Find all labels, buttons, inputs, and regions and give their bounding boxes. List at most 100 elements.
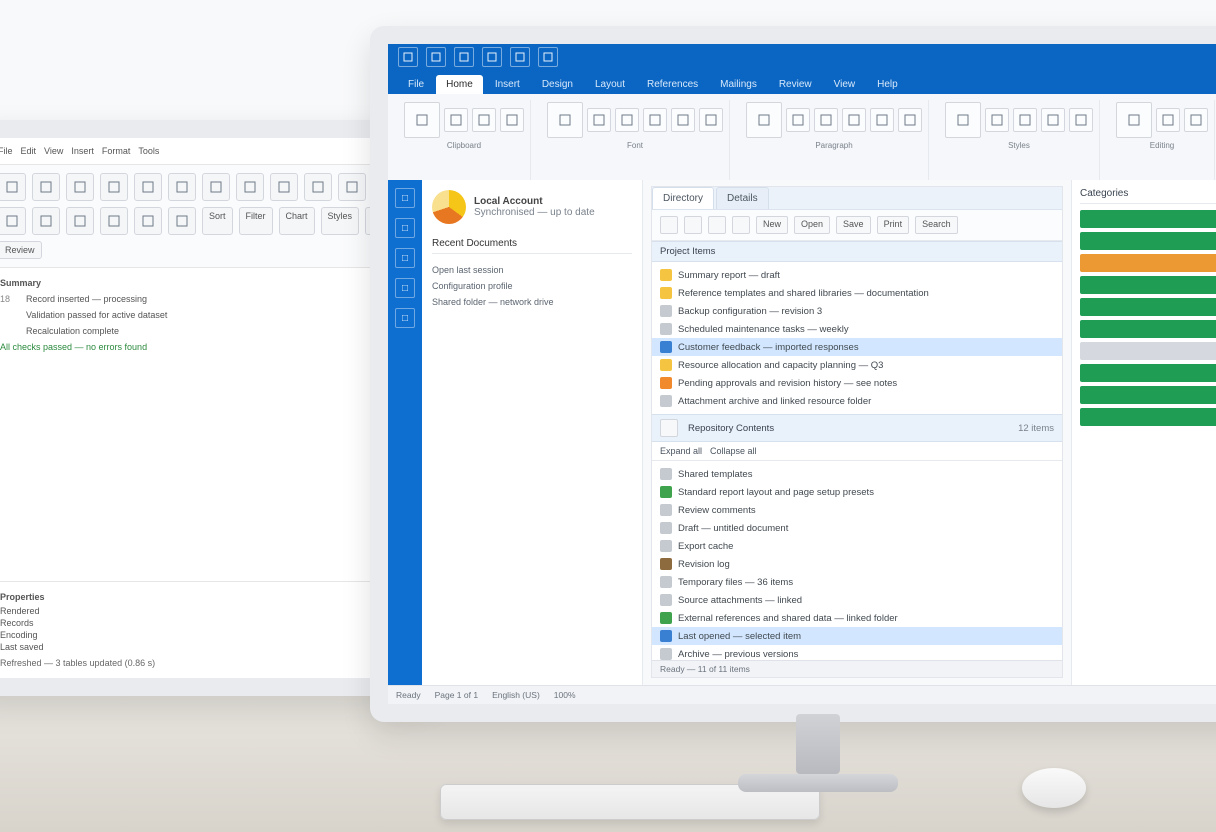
nav-tasks-icon[interactable]: □ (395, 308, 415, 328)
nav-calendar-icon[interactable]: □ (395, 248, 415, 268)
toolbar-button[interactable]: Open (794, 216, 830, 234)
category-swatch[interactable] (1080, 342, 1216, 360)
category-swatch[interactable] (1080, 298, 1216, 316)
left-menu-item[interactable]: Tools (138, 146, 159, 156)
expand-icon[interactable] (660, 419, 678, 437)
ribbon-icon[interactable] (168, 207, 196, 235)
ribbon-icon[interactable] (134, 173, 162, 201)
ribbon-button[interactable] (472, 108, 496, 132)
list-item[interactable]: Customer feedback — imported responses (652, 338, 1062, 356)
ribbon-icon[interactable] (236, 173, 264, 201)
ribbon-button[interactable] (1116, 102, 1152, 138)
list-item[interactable]: Source attachments — linked (652, 591, 1062, 609)
list-item[interactable]: Backup configuration — revision 3 (652, 302, 1062, 320)
ribbon-tab-home[interactable]: Home (436, 75, 483, 94)
ribbon-icon[interactable] (202, 173, 230, 201)
ribbon-button[interactable] (870, 108, 894, 132)
ribbon-button[interactable] (547, 102, 583, 138)
ribbon-icon[interactable] (66, 173, 94, 201)
ribbon-icon[interactable] (304, 173, 332, 201)
ribbon-button[interactable] (643, 108, 667, 132)
subtool-link[interactable]: Expand all (660, 446, 702, 456)
touch-icon[interactable] (482, 47, 502, 67)
ribbon-chip[interactable]: Styles (321, 207, 360, 235)
toolbar-button[interactable]: New (756, 216, 788, 234)
doc-tab[interactable]: Details (716, 187, 769, 209)
list-item[interactable]: Temporary files — 36 items (652, 573, 1062, 591)
toolbar-icon[interactable] (732, 216, 750, 234)
category-swatch[interactable] (1080, 276, 1216, 294)
toolbar-button[interactable]: Print (877, 216, 910, 234)
ribbon-tab-references[interactable]: References (637, 75, 708, 94)
list-item[interactable]: Last opened — selected item (652, 627, 1062, 645)
ribbon-icon[interactable] (270, 173, 298, 201)
ribbon-button[interactable] (746, 102, 782, 138)
ribbon-icon[interactable] (32, 207, 60, 235)
ribbon-button[interactable] (985, 108, 1009, 132)
undo-icon[interactable] (426, 47, 446, 67)
ribbon-icon[interactable] (66, 207, 94, 235)
save-icon[interactable] (398, 47, 418, 67)
list-item[interactable]: Revision log (652, 555, 1062, 573)
ribbon-button[interactable] (898, 108, 922, 132)
doc-tab[interactable]: Directory (652, 187, 714, 209)
ribbon-tab-view[interactable]: View (824, 75, 866, 94)
ribbon-tab-file[interactable]: File (398, 75, 434, 94)
open-icon[interactable] (510, 47, 530, 67)
ribbon-tab-layout[interactable]: Layout (585, 75, 635, 94)
category-swatch[interactable] (1080, 210, 1216, 228)
list-item[interactable]: Reference templates and shared libraries… (652, 284, 1062, 302)
subtool-link[interactable]: Collapse all (710, 446, 757, 456)
ribbon-button[interactable] (404, 102, 440, 138)
list-item[interactable]: Export cache (652, 537, 1062, 555)
ribbon-icon[interactable] (168, 173, 196, 201)
ribbon-icon[interactable] (100, 173, 128, 201)
ribbon-icon[interactable] (338, 173, 366, 201)
search-button[interactable]: Search (915, 216, 958, 234)
ribbon-button[interactable] (699, 108, 723, 132)
list-item[interactable]: Resource allocation and capacity plannin… (652, 356, 1062, 374)
ribbon-button[interactable] (1013, 108, 1037, 132)
ribbon-chip[interactable]: Sort (202, 207, 233, 235)
ribbon-button[interactable] (842, 108, 866, 132)
ribbon-icon[interactable] (32, 173, 60, 201)
nav-home-icon[interactable]: □ (395, 188, 415, 208)
nav-people-icon[interactable]: □ (395, 278, 415, 298)
toolbar-icon[interactable] (708, 216, 726, 234)
left-menu-item[interactable]: View (44, 146, 63, 156)
list-item[interactable]: Pending approvals and revision history —… (652, 374, 1062, 392)
left-menu-item[interactable]: Insert (71, 146, 94, 156)
ribbon-icon[interactable] (0, 173, 26, 201)
ribbon-button[interactable] (945, 102, 981, 138)
ribbon-chip[interactable]: Chart (279, 207, 315, 235)
ribbon-button[interactable] (786, 108, 810, 132)
list-item[interactable]: External references and shared data — li… (652, 609, 1062, 627)
ribbon-icon[interactable] (100, 207, 128, 235)
leftpane-item[interactable]: Configuration profile (432, 278, 632, 294)
list-item[interactable]: Summary report — draft (652, 266, 1062, 284)
ribbon-button[interactable] (1156, 108, 1180, 132)
ribbon-button[interactable] (444, 108, 468, 132)
nav-mail-icon[interactable]: □ (395, 218, 415, 238)
ribbon-tab-insert[interactable]: Insert (485, 75, 530, 94)
redo-icon[interactable] (454, 47, 474, 67)
list-item[interactable]: Standard report layout and page setup pr… (652, 483, 1062, 501)
left-menu-item[interactable]: File (0, 146, 13, 156)
ribbon-button[interactable] (500, 108, 524, 132)
ribbon-tab-mailings[interactable]: Mailings (710, 75, 767, 94)
ribbon-icon[interactable] (134, 207, 162, 235)
ribbon-button[interactable] (1184, 108, 1208, 132)
category-swatch[interactable] (1080, 232, 1216, 250)
list-item[interactable]: Draft — untitled document (652, 519, 1062, 537)
ribbon-tab-help[interactable]: Help (867, 75, 908, 94)
ribbon-tab-review[interactable]: Review (769, 75, 822, 94)
ribbon-button[interactable] (1041, 108, 1065, 132)
leftpane-item[interactable]: Shared folder — network drive (432, 294, 632, 310)
ribbon-chip[interactable]: Filter (239, 207, 273, 235)
ribbon-button[interactable] (587, 108, 611, 132)
ribbon-button[interactable] (1069, 108, 1093, 132)
ribbon-button[interactable] (615, 108, 639, 132)
toolbar-button[interactable]: Save (836, 216, 871, 234)
category-swatch[interactable] (1080, 254, 1216, 272)
list-item[interactable]: Shared templates (652, 465, 1062, 483)
